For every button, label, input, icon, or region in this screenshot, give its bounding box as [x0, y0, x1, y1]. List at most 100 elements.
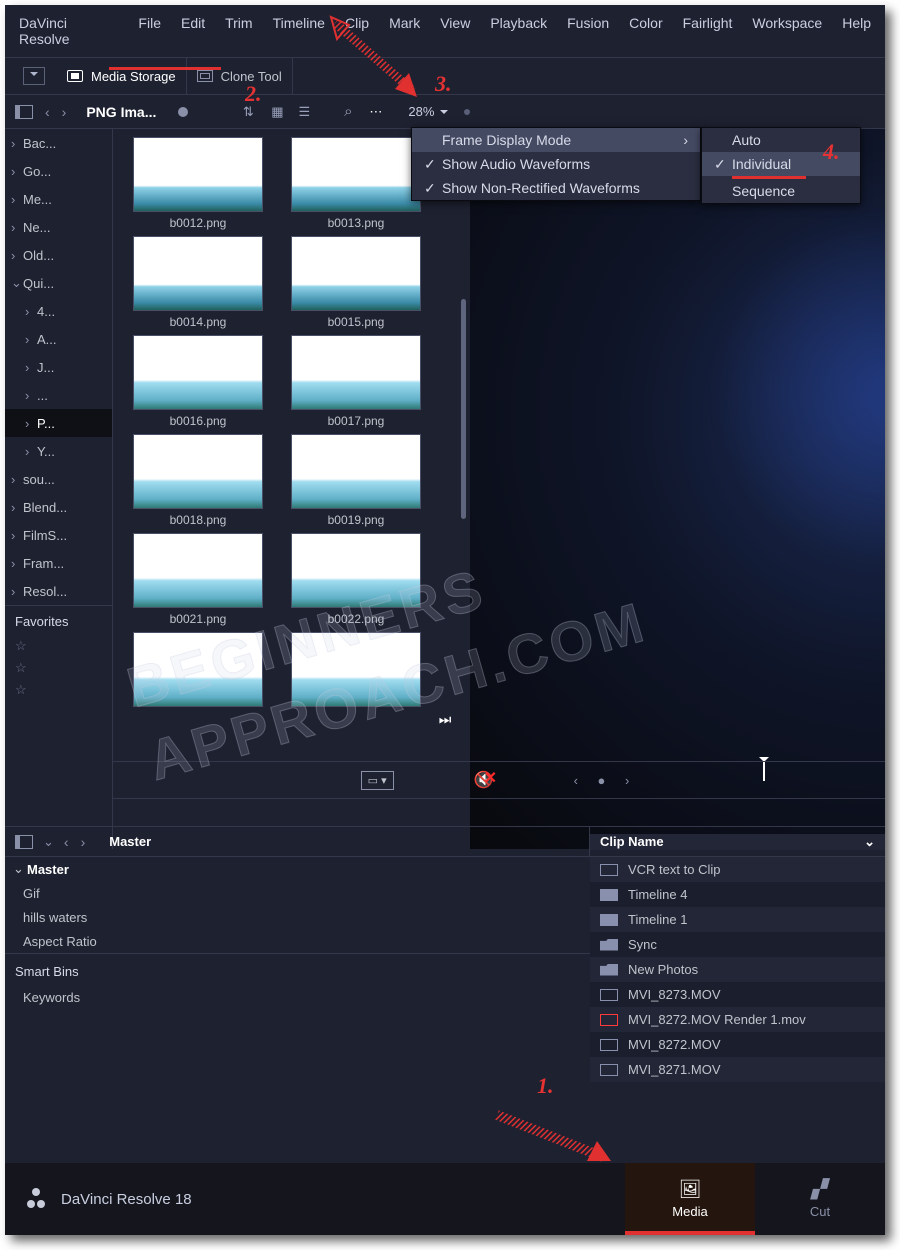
clip-row[interactable]: Sync	[590, 932, 885, 957]
media-storage-button[interactable]: Media Storage	[57, 58, 187, 94]
tree-item[interactable]: ›J...	[5, 353, 112, 381]
tree-item[interactable]: ›A...	[5, 325, 112, 353]
folder-tree: ›Bac...›Go...›Me...›Ne...›Old...⌄Qui...›…	[5, 129, 113, 849]
clip-list: VCR text to ClipTimeline 4Timeline 1Sync…	[590, 857, 885, 1082]
favorites-header: Favorites	[15, 614, 112, 635]
tree-item[interactable]: ›sou...	[5, 465, 112, 493]
thumbnail[interactable]: b0019.png	[291, 434, 421, 527]
menu-workspace[interactable]: Workspace	[742, 11, 832, 51]
panel-toggle-icon[interactable]	[15, 105, 33, 119]
tab-media[interactable]: 🖼 Media	[625, 1163, 755, 1235]
tree-item[interactable]: ›4...	[5, 297, 112, 325]
clip-type-icon	[600, 964, 618, 976]
thumbnail[interactable]: b0013.png	[291, 137, 421, 230]
favorite-slot[interactable]: ☆	[15, 679, 112, 701]
clip-type-icon	[600, 914, 618, 926]
clip-type-icon	[600, 1039, 618, 1051]
menu-color[interactable]: Color	[619, 11, 672, 51]
annotation-arrow-3	[317, 11, 437, 111]
clip-row[interactable]: MVI_8273.MOV	[590, 982, 885, 1007]
menu-view[interactable]: View	[430, 11, 480, 51]
tree-item[interactable]: ›Ne...	[5, 213, 112, 241]
clip-mode-icon[interactable]: ▭ ▾	[361, 771, 394, 790]
options-menu[interactable]: Frame Display Mode› ✓Show Audio Waveform…	[411, 127, 701, 201]
app-window: DaVinci ResolveFileEditTrimTimelineClipM…	[5, 5, 885, 1235]
thumbnail[interactable]: b0018.png	[133, 434, 263, 527]
tree-item[interactable]: ›...	[5, 381, 112, 409]
submenu-sequence[interactable]: Sequence	[702, 179, 860, 203]
bin-item[interactable]: hills waters	[5, 905, 590, 929]
menu-fusion[interactable]: Fusion	[557, 11, 619, 51]
bin-item[interactable]: Gif	[5, 881, 590, 905]
tree-item[interactable]: ⌄Qui...	[5, 269, 112, 297]
pager-dots[interactable]: ‹ ● ›	[574, 773, 638, 788]
thumbnail[interactable]: b0021.png	[133, 533, 263, 626]
expand-dropdown[interactable]	[23, 67, 45, 85]
media-storage-label: Media Storage	[91, 69, 176, 84]
clip-row[interactable]: MVI_8272.MOV	[590, 1032, 885, 1057]
dot-icon	[464, 109, 470, 115]
menu-trim[interactable]: Trim	[215, 11, 262, 51]
nav-forward[interactable]: ›	[56, 104, 73, 120]
clip-row[interactable]: Timeline 1	[590, 907, 885, 932]
menu-show-audio-waveforms[interactable]: ✓Show Audio Waveforms	[412, 152, 700, 176]
tab-cut[interactable]: ▞ Cut	[755, 1163, 885, 1235]
clip-row[interactable]: MVI_8272.MOV Render 1.mov	[590, 1007, 885, 1032]
menu-help[interactable]: Help	[832, 11, 881, 51]
clip-row[interactable]: Timeline 4	[590, 882, 885, 907]
clip-row[interactable]: VCR text to Clip	[590, 857, 885, 882]
menubar: DaVinci ResolveFileEditTrimTimelineClipM…	[5, 5, 885, 57]
status-dot	[178, 107, 188, 117]
clip-name-header[interactable]: Clip Name⌄	[590, 834, 885, 850]
clone-tool-button[interactable]: Clone Tool	[187, 58, 293, 94]
bin-item[interactable]: Aspect Ratio	[5, 929, 590, 953]
clip-row[interactable]: New Photos	[590, 957, 885, 982]
mute-icon[interactable]: 🔇✕	[474, 770, 494, 790]
tree-item[interactable]: ›Bac...	[5, 129, 112, 157]
media-storage-icon	[67, 70, 83, 82]
tree-item[interactable]: ›Blend...	[5, 493, 112, 521]
bin-master[interactable]: ⌄Master	[5, 857, 590, 881]
menu-show-nonrectified[interactable]: ✓Show Non-Rectified Waveforms	[412, 176, 700, 200]
menu-playback[interactable]: Playback	[480, 11, 557, 51]
tree-item[interactable]: ›Resol...	[5, 577, 112, 605]
clip-type-icon	[600, 864, 618, 876]
chevron-down-icon[interactable]: ⌄	[39, 834, 58, 850]
menu-frame-display-mode[interactable]: Frame Display Mode›	[412, 128, 700, 152]
grid-view-icon[interactable]: ▦	[266, 104, 286, 120]
tree-item[interactable]: ›FilmS...	[5, 521, 112, 549]
tree-item[interactable]: ›Fram...	[5, 549, 112, 577]
tree-item[interactable]: ›Y...	[5, 437, 112, 465]
nav-back[interactable]: ‹	[58, 834, 75, 850]
list-view-icon[interactable]: ☰	[294, 104, 314, 120]
thumbnail[interactable]: b0012.png	[133, 137, 263, 230]
panel-toggle-icon[interactable]	[15, 835, 33, 849]
menu-fairlight[interactable]: Fairlight	[673, 11, 743, 51]
tree-item[interactable]: ›Go...	[5, 157, 112, 185]
menu-edit[interactable]: Edit	[171, 11, 215, 51]
nav-forward[interactable]: ›	[75, 834, 92, 850]
tree-item[interactable]: ›Old...	[5, 241, 112, 269]
thumbnail[interactable]: b0016.png	[133, 335, 263, 428]
scrollbar[interactable]	[461, 299, 466, 519]
nav-back[interactable]: ‹	[39, 104, 56, 120]
app-logo-icon	[27, 1188, 49, 1210]
thumbnail[interactable]: b0017.png	[291, 335, 421, 428]
annotation-2: 2.	[245, 81, 262, 107]
cut-tab-icon: ▞	[810, 1179, 829, 1200]
menu-davinci-resolve[interactable]: DaVinci Resolve	[9, 11, 128, 51]
thumbnail[interactable]: b0015.png	[291, 236, 421, 329]
tree-item[interactable]: ›P...	[5, 409, 112, 437]
menu-file[interactable]: File	[128, 11, 171, 51]
annotation-4: 4.	[823, 139, 840, 165]
thumbnail[interactable]: b0014.png	[133, 236, 263, 329]
favorite-slot[interactable]: ☆	[15, 635, 112, 657]
clip-type-icon	[600, 1014, 618, 1026]
clip-row[interactable]: MVI_8271.MOV	[590, 1057, 885, 1082]
smart-bin-keywords[interactable]: Keywords	[5, 985, 590, 1009]
annotation-underline-media-tab	[625, 1231, 755, 1235]
smart-bins-header: Smart Bins	[5, 953, 590, 985]
tree-item[interactable]: ›Me...	[5, 185, 112, 213]
app-version-label: DaVinci Resolve 18	[61, 1191, 192, 1208]
favorite-slot[interactable]: ☆	[15, 657, 112, 679]
